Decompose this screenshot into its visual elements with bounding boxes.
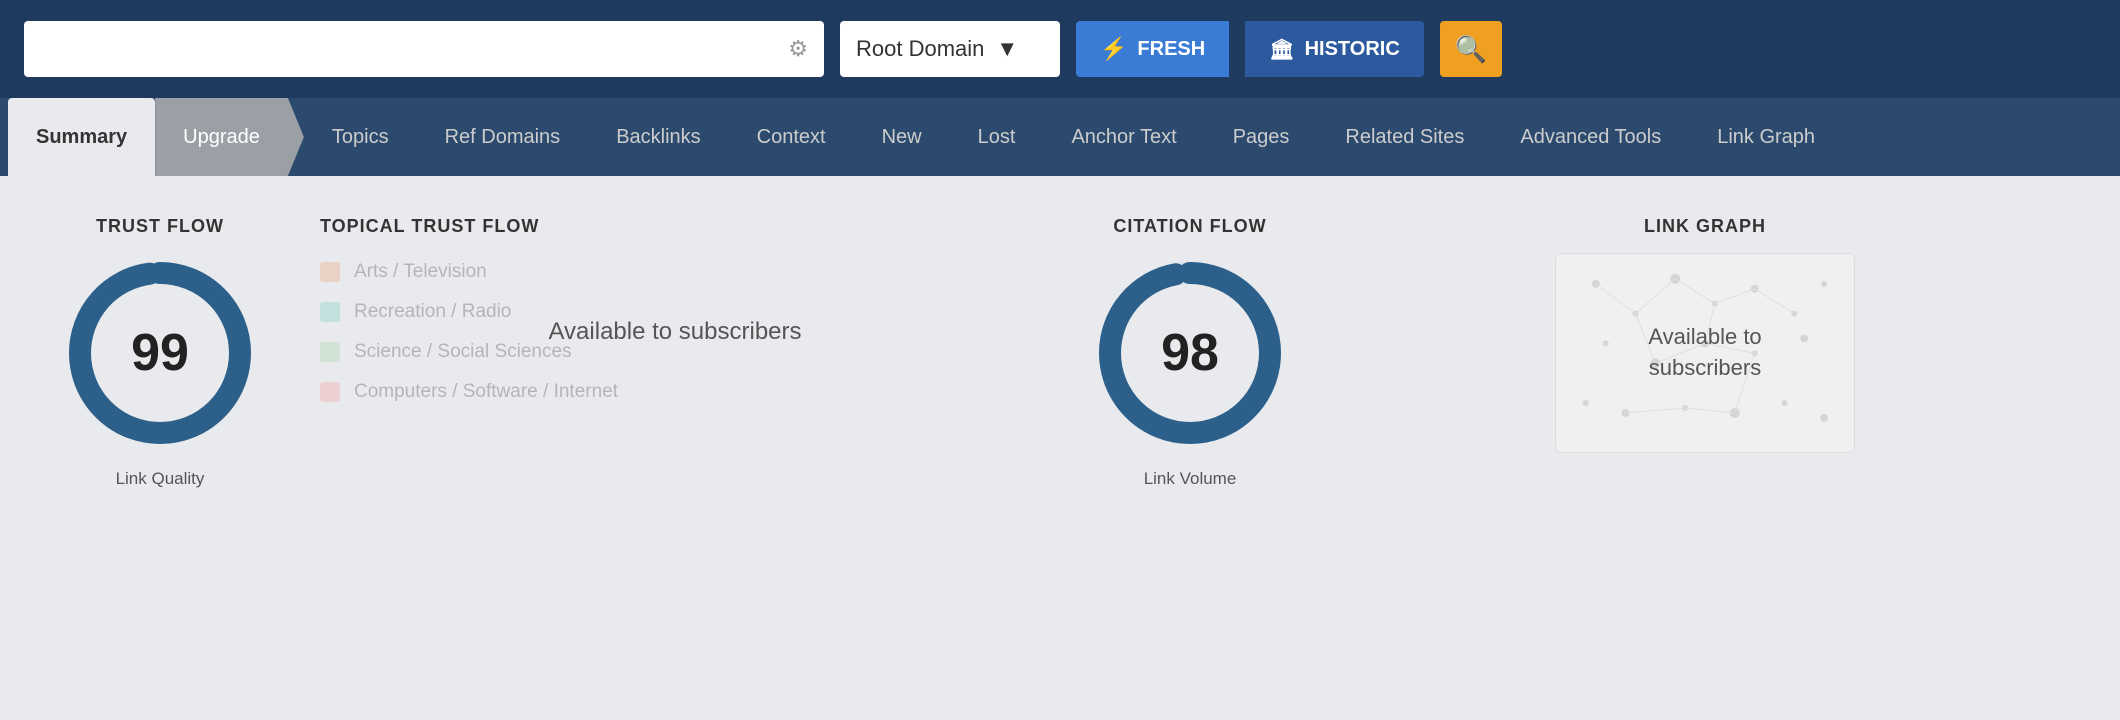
topical-color-recreation [320,302,340,322]
historic-button[interactable]: 🏛 HISTORIC [1245,21,1424,77]
topical-label-arts: Arts / Television [354,261,487,283]
bank-icon: 🏛 [1269,37,1294,62]
nav-item-ref-domains[interactable]: Ref Domains [417,98,589,176]
nav-item-summary[interactable]: Summary [8,98,155,176]
link-graph-overlay-text: Available tosubscribers [1648,322,1761,384]
search-bar: facebook.com ⚙ [24,21,824,77]
nav-item-related-sites[interactable]: Related Sites [1317,98,1492,176]
topical-label-computers: Computers / Software / Internet [354,381,618,403]
citation-flow-section: CITATION FLOW 98 Link Volume [1090,216,1290,489]
trust-flow-label: Link Quality [116,469,205,489]
link-graph-section: LINK GRAPH [1350,216,2060,489]
topical-color-science [320,342,340,362]
nav-item-backlinks[interactable]: Backlinks [588,98,728,176]
nav-item-context[interactable]: Context [729,98,854,176]
trust-flow-donut: 99 [60,253,260,453]
topical-item-1: Arts / Television [320,261,1030,283]
main-content: TRUST FLOW 99 Link Quality TOPICAL TRUST… [0,176,2120,529]
nav-item-new[interactable]: New [854,98,950,176]
topical-color-computers [320,382,340,402]
trust-flow-title: TRUST FLOW [96,216,224,237]
search-icon: 🔍 [1455,34,1487,65]
bolt-icon: ⚡ [1100,36,1127,62]
nav-item-lost[interactable]: Lost [950,98,1044,176]
trust-flow-section: TRUST FLOW 99 Link Quality [60,216,260,489]
topical-overlay-text: Available to subscribers [548,318,801,346]
topical-items-list: Arts / Television Recreation / Radio Sci… [320,261,1030,403]
citation-flow-label: Link Volume [1144,469,1237,489]
nav-item-topics[interactable]: Topics [304,98,417,176]
topical-label-science: Science / Social Sciences [354,341,572,363]
header: facebook.com ⚙ Root Domain ▼ ⚡ FRESH 🏛 H… [0,0,2120,98]
topical-color-arts [320,262,340,282]
topical-item-4: Computers / Software / Internet [320,381,1030,403]
fresh-label: FRESH [1137,38,1205,61]
citation-flow-value: 98 [1161,323,1219,383]
citation-flow-donut: 98 [1090,253,1290,453]
link-graph-title: LINK GRAPH [1644,216,1766,237]
search-button[interactable]: 🔍 [1440,21,1502,77]
topical-trust-flow-title: TOPICAL TRUST FLOW [320,216,1030,237]
nav-item-pages[interactable]: Pages [1205,98,1318,176]
citation-flow-title: CITATION FLOW [1113,216,1266,237]
trust-flow-value: 99 [131,323,189,383]
topical-trust-flow-section: TOPICAL TRUST FLOW Arts / Television Rec… [320,216,1030,489]
nav-item-advanced-tools[interactable]: Advanced Tools [1492,98,1689,176]
search-input[interactable]: facebook.com [40,36,788,62]
fresh-button[interactable]: ⚡ FRESH [1076,21,1229,77]
nav-item-anchor-text[interactable]: Anchor Text [1043,98,1204,176]
domain-type-selector[interactable]: Root Domain ▼ [840,21,1060,77]
link-graph-box: Available tosubscribers [1555,253,1855,453]
historic-label: HISTORIC [1305,38,1400,61]
chevron-down-icon: ▼ [996,36,1018,62]
topical-label-recreation: Recreation / Radio [354,301,511,323]
domain-type-label: Root Domain [856,36,984,62]
main-nav: Summary Upgrade Topics Ref Domains Backl… [0,98,2120,176]
gear-icon[interactable]: ⚙ [788,36,808,62]
nav-item-upgrade[interactable]: Upgrade [155,98,304,176]
nav-item-link-graph[interactable]: Link Graph [1689,98,1843,176]
